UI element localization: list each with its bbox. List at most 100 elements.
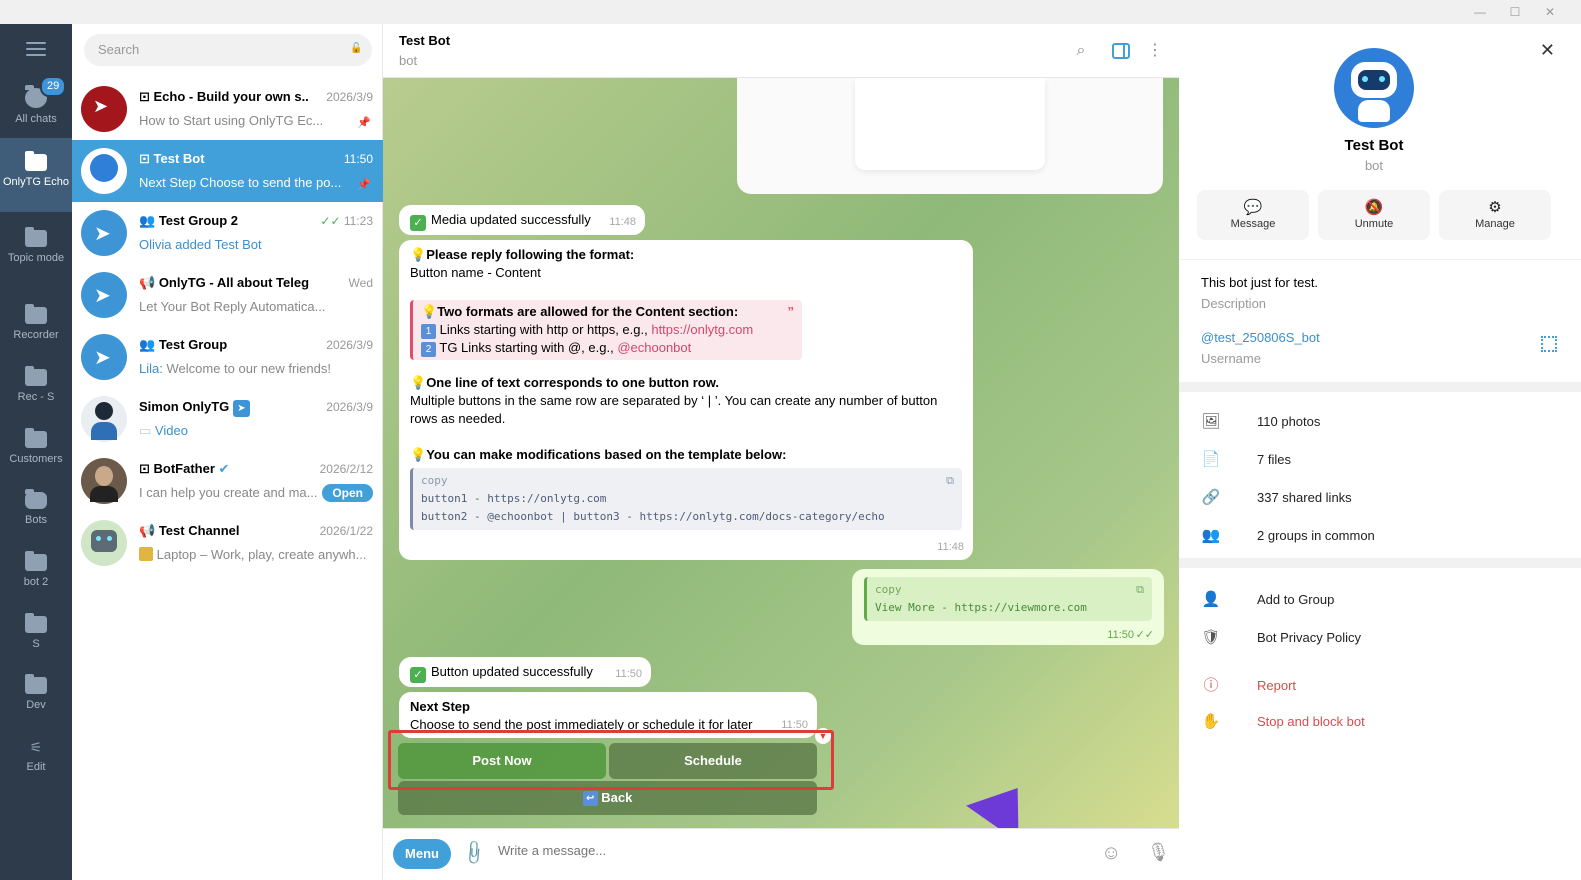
- files-row[interactable]: 📄 7 files: [1201, 450, 1291, 468]
- folder-customers[interactable]: Customers: [0, 428, 72, 481]
- close-icon[interactable]: ✕: [1540, 40, 1555, 61]
- telegram-icon: ➤: [232, 400, 250, 417]
- chat-view: Test Bot bot ⌕ ⋮ ✓ Media updated successf…: [383, 24, 1179, 880]
- chat-preview: Video: [154, 423, 188, 438]
- window-titlebar: — ☐ ✕: [0, 0, 1581, 24]
- copy-icon[interactable]: ⧉: [946, 472, 954, 490]
- bot-icon: ⊡: [139, 89, 154, 104]
- folder-label: bot 2: [23, 576, 49, 588]
- back-arrow-icon: ↩: [582, 791, 598, 806]
- search-icon[interactable]: ⌕: [1071, 41, 1091, 61]
- more-options-icon[interactable]: ⋮: [1145, 41, 1165, 61]
- folder-topic-mode[interactable]: Topic mode: [0, 227, 72, 290]
- chat-time: 2026/3/9: [326, 400, 373, 414]
- composer: Menu 📎 ☺ 🎙: [383, 828, 1179, 880]
- chat-item[interactable]: Simon OnlyTG ➤ 2026/3/9 ▭ Video: [72, 388, 383, 450]
- manage-action-button[interactable]: ⚙ Manage: [1439, 190, 1551, 240]
- folder-s[interactable]: S: [0, 613, 72, 666]
- folder-rec-s[interactable]: Rec - S: [0, 366, 72, 419]
- chat-time: Wed: [348, 276, 373, 290]
- folder-all-chats[interactable]: 29 All chats: [0, 76, 72, 136]
- chat-item[interactable]: ⊡ BotFather ✔ 2026/2/12 I can help you c…: [72, 450, 383, 512]
- chat-header: Test Bot bot ⌕ ⋮: [383, 24, 1179, 78]
- row-label: 337 shared links: [1257, 490, 1352, 505]
- message-time: 11:48: [609, 216, 636, 228]
- row-label: 2 groups in common: [1257, 528, 1375, 543]
- bot-username[interactable]: @test_250806S_bot: [1201, 330, 1320, 345]
- folder-label: Dev: [26, 699, 46, 711]
- folder-bot-2[interactable]: bot 2: [0, 551, 72, 604]
- lock-icon[interactable]: 🔓: [350, 43, 362, 54]
- avatar: ➤: [81, 86, 127, 132]
- open-app-button[interactable]: Open: [322, 484, 373, 502]
- add-to-group-row[interactable]: 👤 Add to Group: [1201, 590, 1335, 608]
- media-preview[interactable]: [737, 78, 1163, 194]
- microphone-icon[interactable]: 🎙: [1147, 842, 1170, 863]
- onlytg-link[interactable]: https://onlytg.com: [651, 322, 753, 337]
- sidebar-toggle-icon[interactable]: [1111, 41, 1131, 61]
- search-input[interactable]: Search 🔓: [84, 34, 372, 66]
- folder-icon: [25, 366, 47, 386]
- folder-recorder[interactable]: Recorder: [0, 304, 72, 357]
- username-label: Username: [1201, 351, 1261, 366]
- message-media-updated[interactable]: ✓ Media updated successfully 11:48: [399, 205, 645, 235]
- groups-row[interactable]: 👥 2 groups in common: [1201, 526, 1375, 544]
- messages-area[interactable]: ✓ Media updated successfully 11:48 💡Pleas…: [383, 78, 1179, 828]
- folder-bots[interactable]: Bots: [0, 489, 72, 542]
- read-checks-icon: ✓✓: [1135, 629, 1154, 641]
- unmute-action-button[interactable]: 🔕 Unmute: [1318, 190, 1430, 240]
- emoji-icon[interactable]: ☺: [1101, 842, 1121, 865]
- preview-sender: Lila:: [139, 361, 163, 376]
- code-copy-label[interactable]: copy: [421, 474, 448, 487]
- bot-menu-button[interactable]: Menu: [393, 839, 451, 869]
- avatar: [81, 458, 127, 504]
- folder-onlytg-echo[interactable]: OnlyTG Echo: [0, 138, 72, 212]
- report-row[interactable]: ⓘ Report: [1201, 674, 1296, 695]
- outgoing-code-block[interactable]: copy ⧉ View More - https://viewmore.com: [864, 577, 1152, 621]
- folder-label: Rec - S: [17, 391, 55, 403]
- message-time: 11:50: [1107, 629, 1134, 641]
- bulb-icon: 💡: [421, 304, 438, 319]
- block-bot-row[interactable]: ✋ Stop and block bot: [1201, 712, 1365, 730]
- template-code-block[interactable]: copy ⧉ button1 - https://onlytg.com butto…: [410, 468, 962, 530]
- chat-item[interactable]: 📢 Test Channel 2026/1/22 Laptop – Work, …: [72, 512, 383, 574]
- menu-icon[interactable]: [26, 42, 46, 56]
- chat-item-selected[interactable]: ⊡ Test Bot 11:50 Next Step Choose to sen…: [72, 140, 383, 202]
- copy-icon[interactable]: ⧉: [1136, 581, 1144, 599]
- chat-item[interactable]: ➤ ⊡ Echo - Build your own s... 2026/3/9 …: [72, 78, 383, 140]
- chat-item[interactable]: ➤ 📢 OnlyTG - All about Telegram Wed Let …: [72, 264, 383, 326]
- minimize-button[interactable]: —: [1470, 3, 1490, 21]
- chat-subtitle: bot: [399, 53, 418, 68]
- folder-icon: [25, 428, 47, 448]
- quote-line-2: TG Links starting with @, e.g.,: [439, 340, 618, 355]
- chat-title: Test Group 2: [158, 213, 239, 228]
- message-outgoing-code[interactable]: copy ⧉ View More - https://viewmore.com 1…: [852, 569, 1164, 645]
- chat-title: Test Bot: [153, 151, 205, 166]
- chat-item[interactable]: ➤ 👥 Test Group 2026/3/9 Lila: Welcome to…: [72, 326, 383, 388]
- code-copy-label[interactable]: copy: [875, 583, 902, 596]
- chat-title: Test Group: [158, 337, 228, 352]
- link-icon: 🔗: [1201, 489, 1221, 506]
- folder-dev[interactable]: Dev: [0, 674, 72, 727]
- photos-row[interactable]: 🖼 110 photos: [1201, 412, 1320, 430]
- maximize-button[interactable]: ☐: [1505, 3, 1525, 21]
- bot-icon: ⊡: [139, 151, 154, 166]
- close-window-button[interactable]: ✕: [1540, 3, 1560, 21]
- message-button-updated[interactable]: ✓ Button updated successfully 11:50: [399, 657, 651, 687]
- message-action-button[interactable]: 💬 Message: [1197, 190, 1309, 240]
- message-format-instructions[interactable]: 💡Please reply following the format: Butt…: [399, 240, 973, 560]
- attach-icon[interactable]: 📎: [459, 838, 488, 867]
- chat-title[interactable]: Test Bot: [399, 33, 450, 48]
- check-emoji-icon: ✓: [410, 667, 426, 683]
- privacy-policy-row[interactable]: 🛡 Bot Privacy Policy: [1201, 628, 1361, 646]
- folder-icon: [25, 304, 47, 324]
- qr-code-icon[interactable]: [1541, 336, 1557, 352]
- chat-preview: How to Start using OnlyTG Ec...: [139, 113, 324, 128]
- bulb-icon: 💡: [410, 247, 427, 262]
- folder-edit[interactable]: ⚟ Edit: [0, 739, 72, 789]
- echoonbot-link[interactable]: @echoonbot: [617, 340, 691, 355]
- chat-item[interactable]: ➤ 👥 Test Group 2 ✓✓ 11:23 Olivia added T…: [72, 202, 383, 264]
- links-row[interactable]: 🔗 337 shared links: [1201, 488, 1352, 506]
- message-input[interactable]: [498, 843, 1058, 858]
- message-time: 11:48: [937, 541, 964, 553]
